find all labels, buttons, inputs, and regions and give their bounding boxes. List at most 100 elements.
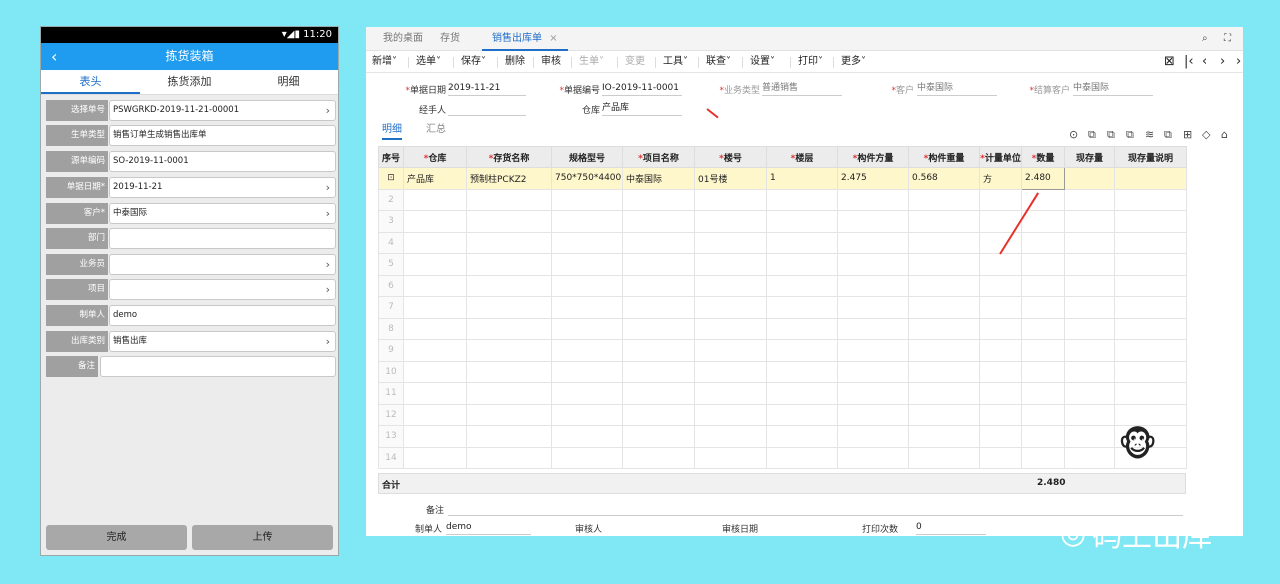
table-row[interactable]: 9 bbox=[378, 339, 1187, 362]
table-cell[interactable] bbox=[1021, 403, 1065, 426]
table-row[interactable]: 5 bbox=[378, 253, 1187, 276]
row-number[interactable]: 10 bbox=[378, 360, 404, 383]
column-header[interactable]: *数量 bbox=[1021, 146, 1065, 168]
row-number[interactable]: 11 bbox=[378, 382, 404, 405]
table-cell[interactable] bbox=[979, 317, 1022, 340]
table-cell[interactable] bbox=[766, 296, 838, 319]
field-input[interactable]: 中泰国际 › bbox=[109, 203, 336, 224]
table-cell[interactable] bbox=[908, 446, 980, 469]
table-cell[interactable] bbox=[694, 403, 767, 426]
field-input[interactable]: › bbox=[109, 279, 336, 300]
table-cell[interactable] bbox=[979, 446, 1022, 469]
table-row[interactable]: 7 bbox=[378, 296, 1187, 319]
row-number[interactable]: 9 bbox=[378, 339, 404, 362]
find-icon[interactable]: ⊠ bbox=[1164, 51, 1175, 73]
table-cell[interactable] bbox=[1064, 446, 1115, 469]
table-cell[interactable] bbox=[1114, 167, 1187, 190]
table-cell[interactable] bbox=[694, 210, 767, 233]
table-cell[interactable] bbox=[622, 360, 695, 383]
table-cell[interactable] bbox=[766, 210, 838, 233]
field-input[interactable]: 销售出库 › bbox=[109, 331, 336, 352]
table-cell[interactable] bbox=[766, 253, 838, 276]
table-cell[interactable] bbox=[1021, 274, 1065, 297]
table-cell[interactable] bbox=[1114, 274, 1187, 297]
table-cell[interactable] bbox=[694, 339, 767, 362]
table-cell[interactable] bbox=[551, 210, 623, 233]
toolbar-button[interactable]: 联查˅ bbox=[706, 51, 731, 73]
table-cell[interactable] bbox=[466, 210, 552, 233]
table-cell[interactable] bbox=[1064, 339, 1115, 362]
table-cell[interactable] bbox=[908, 382, 980, 405]
field-input[interactable] bbox=[100, 356, 336, 377]
table-cell[interactable] bbox=[466, 425, 552, 448]
table-cell[interactable] bbox=[1064, 403, 1115, 426]
table-cell[interactable] bbox=[694, 274, 767, 297]
table-cell[interactable] bbox=[1064, 167, 1115, 190]
table-cell[interactable] bbox=[1021, 446, 1065, 469]
table-cell[interactable]: 产品库 bbox=[403, 167, 467, 190]
settle-customer-field[interactable]: 中泰国际 bbox=[1073, 82, 1153, 96]
table-cell[interactable] bbox=[622, 403, 695, 426]
table-cell[interactable] bbox=[403, 382, 467, 405]
table-cell[interactable] bbox=[1064, 210, 1115, 233]
table-cell[interactable] bbox=[403, 317, 467, 340]
table-cell[interactable] bbox=[766, 425, 838, 448]
table-cell[interactable] bbox=[837, 317, 909, 340]
paste-icon[interactable]: ⧉ bbox=[1107, 128, 1115, 142]
row-number[interactable]: 3 bbox=[378, 210, 404, 233]
field-input[interactable]: SO-2019-11-0001 bbox=[109, 151, 336, 172]
customer-field[interactable]: 中泰国际 bbox=[917, 82, 997, 96]
doc-no-field[interactable]: IO-2019-11-0001 bbox=[602, 82, 682, 96]
back-icon[interactable]: ‹ bbox=[51, 43, 57, 70]
column-header[interactable]: 现存量 bbox=[1064, 146, 1115, 168]
table-cell[interactable]: 2.480 bbox=[1021, 167, 1065, 190]
next-icon[interactable]: › bbox=[1220, 51, 1225, 73]
table-cell[interactable] bbox=[403, 274, 467, 297]
column-header[interactable]: 序号 bbox=[378, 146, 404, 168]
date-field[interactable]: 2019-11-21 bbox=[448, 82, 526, 96]
table-cell[interactable] bbox=[979, 339, 1022, 362]
table-cell[interactable] bbox=[694, 253, 767, 276]
table-cell[interactable] bbox=[551, 188, 623, 211]
table-cell[interactable] bbox=[466, 339, 552, 362]
last-page-icon[interactable]: › bbox=[1236, 51, 1241, 73]
table-cell[interactable] bbox=[466, 253, 552, 276]
table-cell[interactable] bbox=[551, 274, 623, 297]
table-cell[interactable]: 750*750*4400 bbox=[551, 167, 623, 190]
table-cell[interactable] bbox=[979, 274, 1022, 297]
table-cell[interactable] bbox=[1114, 231, 1187, 254]
table-cell[interactable] bbox=[403, 210, 467, 233]
table-cell[interactable] bbox=[979, 253, 1022, 276]
table-cell[interactable]: 1 bbox=[766, 167, 838, 190]
table-cell[interactable] bbox=[837, 403, 909, 426]
table-cell[interactable] bbox=[403, 253, 467, 276]
subtab-detail[interactable]: 明细 bbox=[382, 122, 402, 140]
table-cell[interactable] bbox=[1114, 382, 1187, 405]
table-cell[interactable] bbox=[694, 231, 767, 254]
search-icon[interactable]: ⌕ bbox=[1202, 27, 1208, 51]
table-cell[interactable] bbox=[1021, 296, 1065, 319]
fullscreen-icon[interactable]: ⛶ bbox=[1224, 27, 1231, 51]
table-cell[interactable] bbox=[766, 360, 838, 383]
tab-sales-outbound[interactable]: 销售出库单 × bbox=[482, 27, 568, 51]
column-header[interactable]: *构件重量 bbox=[908, 146, 980, 168]
table-cell[interactable] bbox=[766, 317, 838, 340]
toolbar-button[interactable]: 保存˅ bbox=[461, 51, 486, 73]
table-cell[interactable] bbox=[1064, 296, 1115, 319]
row-number[interactable]: 12 bbox=[378, 403, 404, 426]
table-cell[interactable] bbox=[908, 210, 980, 233]
table-cell[interactable] bbox=[837, 253, 909, 276]
table-cell[interactable] bbox=[979, 403, 1022, 426]
field-input[interactable]: PSWGRKD-2019-11-21-00001 › bbox=[109, 100, 336, 121]
table-cell[interactable] bbox=[403, 425, 467, 448]
table-row[interactable]: ⊡ 产品库 预制柱PCKZ2 750*750*4400 中泰国际 01号楼 1 2.475 0.… bbox=[378, 167, 1187, 190]
table-cell[interactable] bbox=[551, 382, 623, 405]
row-number[interactable]: 14 bbox=[378, 446, 404, 469]
toolbar-button[interactable]: 选单˅ bbox=[416, 51, 441, 73]
table-cell[interactable] bbox=[403, 403, 467, 426]
field-input[interactable]: 2019-11-21 › bbox=[109, 177, 336, 198]
column-header[interactable]: *计量单位 bbox=[979, 146, 1022, 168]
row-number[interactable]: 6 bbox=[378, 274, 404, 297]
table-cell[interactable] bbox=[908, 274, 980, 297]
table-cell[interactable] bbox=[466, 403, 552, 426]
